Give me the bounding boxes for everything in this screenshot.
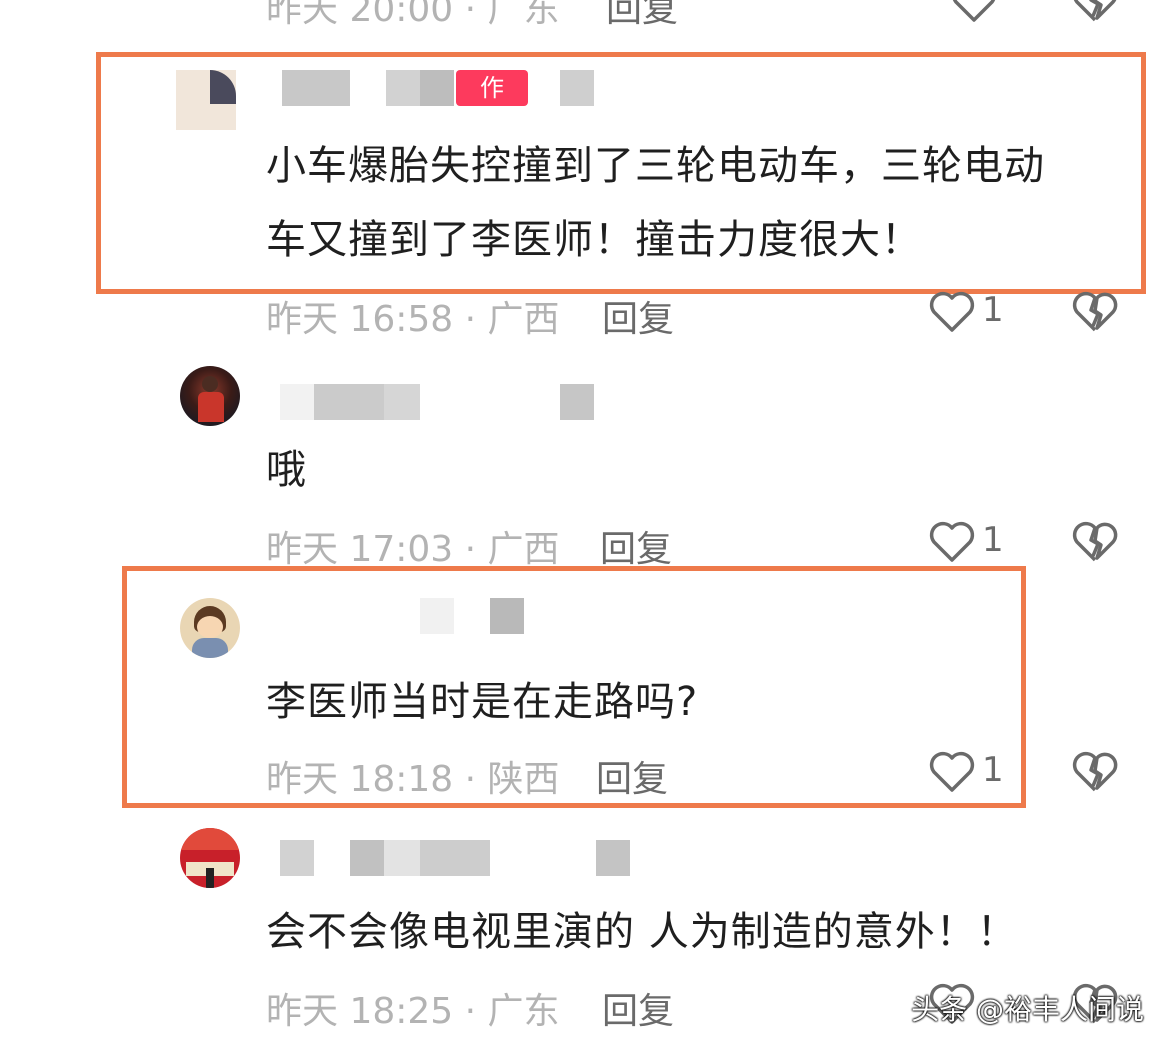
like-count: 1 — [982, 750, 1004, 790]
username-pixelated[interactable] — [268, 384, 598, 420]
avatar[interactable] — [180, 828, 240, 888]
broken-heart-icon[interactable] — [1072, 0, 1118, 24]
reply-button[interactable]: 回复 — [600, 520, 672, 572]
reply-button[interactable]: 回复 — [606, 0, 678, 32]
broken-heart-icon[interactable] — [1072, 750, 1118, 794]
comment-text: 哦 — [266, 447, 307, 493]
username-pixelated[interactable] — [268, 70, 598, 106]
comment-text: 会不会像电视里演的 人为制造的意外！！ — [266, 909, 1018, 955]
comment-text: 车又撞到了李医师！撞击力度很大！ — [266, 217, 922, 263]
heart-outline-icon[interactable] — [928, 520, 976, 564]
author-badge: 作 — [456, 70, 528, 106]
like-count: 1 — [982, 290, 1004, 330]
like-count: 1 — [982, 520, 1004, 560]
comment-meta: 昨天 18:25 · 广东 — [266, 991, 560, 1032]
comment-meta: 昨天 18:18 · 陕西 — [266, 759, 560, 800]
watermark: 头条 @裕丰人间说 — [911, 993, 1144, 1026]
username-pixelated[interactable] — [268, 598, 598, 634]
comment-meta: 昨天 17:03 · 广西 — [266, 529, 560, 570]
heart-outline-icon[interactable] — [928, 290, 976, 334]
comment-text: 小车爆胎失控撞到了三轮电动车，三轮电动 — [266, 143, 1045, 189]
reply-button[interactable]: 回复 — [602, 290, 674, 342]
comment-meta: 昨天 16:58 · 广西 — [266, 299, 560, 340]
reply-button[interactable]: 回复 — [602, 982, 674, 1034]
heart-outline-icon[interactable] — [928, 750, 976, 794]
username-pixelated[interactable] — [268, 840, 638, 876]
broken-heart-icon[interactable] — [1072, 520, 1118, 564]
broken-heart-icon[interactable] — [1072, 290, 1118, 334]
heart-outline-icon[interactable] — [950, 0, 998, 24]
comment-meta: 昨天 20:00 · 广东 — [266, 0, 560, 30]
comment-text: 李医师当时是在走路吗? — [266, 679, 699, 725]
reply-button[interactable]: 回复 — [596, 750, 668, 802]
avatar[interactable] — [180, 366, 240, 426]
avatar[interactable] — [176, 70, 236, 130]
avatar[interactable] — [180, 598, 240, 658]
